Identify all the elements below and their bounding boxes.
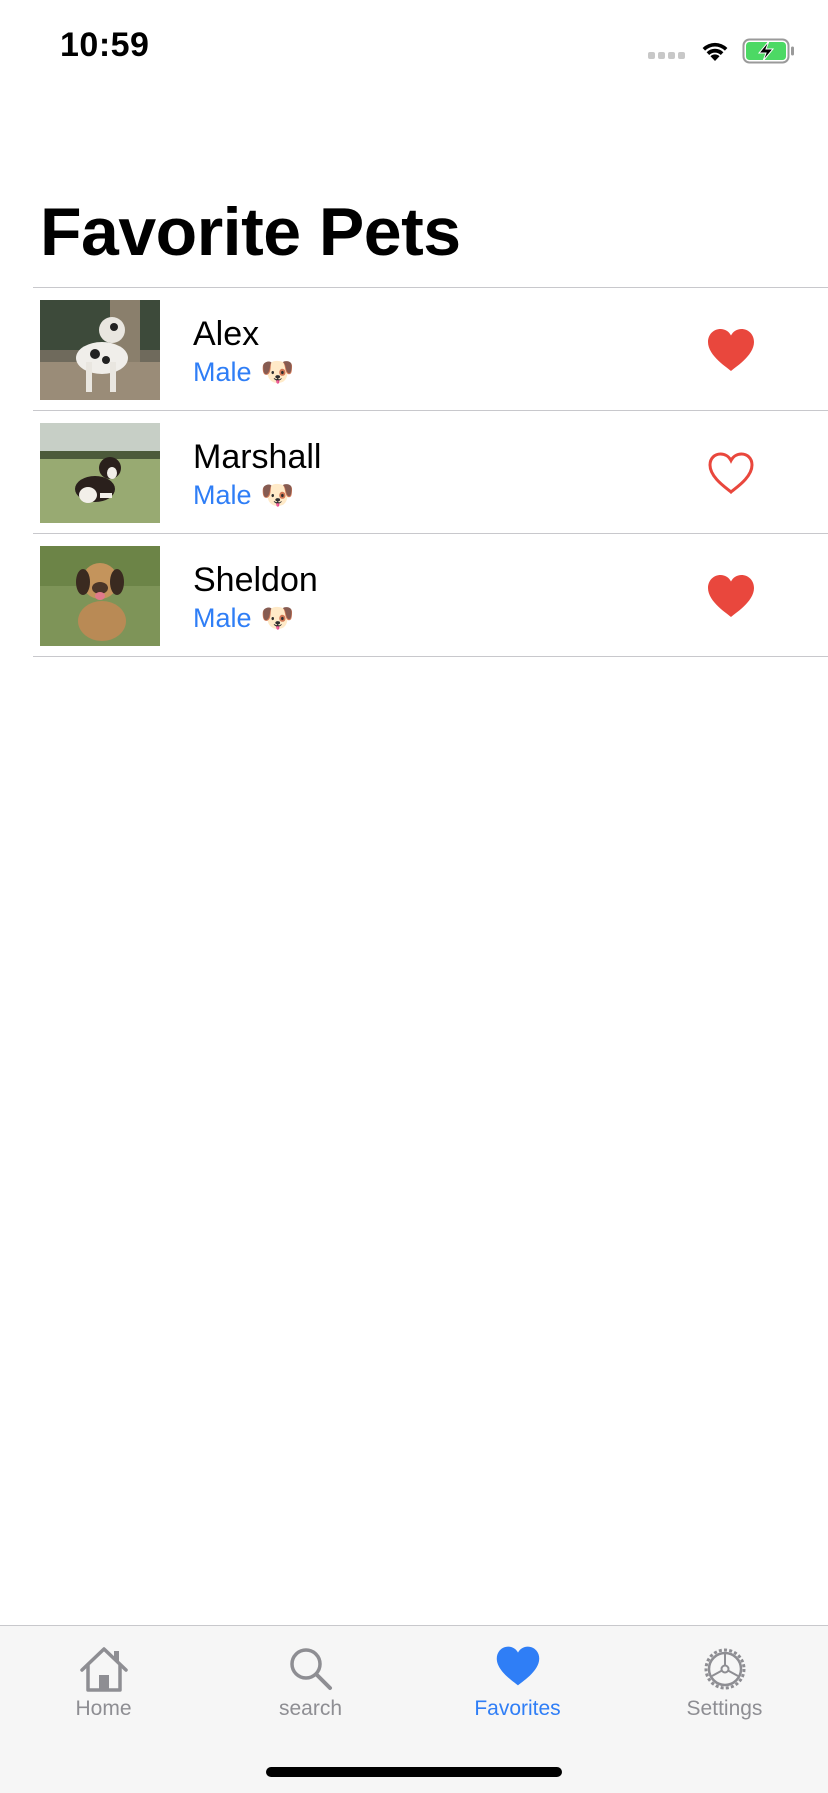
gear-icon	[704, 1648, 745, 1690]
pet-meta: Male 🐶	[193, 356, 294, 388]
wifi-icon	[700, 39, 730, 63]
tab-settings[interactable]: Settings	[621, 1626, 828, 1736]
pet-list: Alex Male 🐶 Marshall Male 🐶 Sheldon Male…	[33, 287, 828, 657]
magnifying-glass-icon	[289, 1648, 332, 1690]
heart-filled-icon	[708, 575, 754, 617]
favorite-toggle-button[interactable]	[705, 449, 757, 497]
pet-photo	[40, 423, 160, 523]
dog-face-icon: 🐶	[260, 480, 295, 510]
signal-icon	[648, 43, 688, 59]
tab-label: Favorites	[474, 1697, 561, 1720]
dog-face-icon: 🐶	[260, 603, 295, 633]
favorite-toggle-button[interactable]	[705, 572, 757, 620]
pet-name: Marshall	[193, 438, 322, 476]
tab-favorites[interactable]: Favorites	[414, 1626, 621, 1736]
pet-row-sheldon[interactable]: Sheldon Male 🐶	[33, 533, 828, 657]
pet-photo	[40, 546, 160, 646]
tab-label: search	[278, 1697, 343, 1720]
pet-meta: Male 🐶	[193, 479, 294, 511]
favorite-toggle-button[interactable]	[705, 326, 757, 374]
pet-row-alex[interactable]: Alex Male 🐶	[33, 287, 828, 410]
pet-photo	[40, 300, 160, 400]
pet-gender: Male	[193, 603, 252, 633]
heart-icon	[496, 1646, 539, 1686]
status-bar: 10:59	[0, 0, 828, 100]
pet-row-marshall[interactable]: Marshall Male 🐶	[33, 410, 828, 533]
dog-face-icon: 🐶	[260, 357, 295, 387]
tab-label: Home	[75, 1697, 132, 1720]
home-indicator[interactable]	[266, 1767, 562, 1777]
pet-meta: Male 🐶	[193, 602, 294, 634]
house-icon	[79, 1647, 128, 1692]
pet-gender: Male	[193, 357, 252, 387]
heart-filled-icon	[708, 329, 754, 371]
battery-charging-icon	[742, 38, 796, 64]
heart-outline-icon	[708, 452, 754, 495]
pet-name: Alex	[193, 315, 260, 353]
tab-search[interactable]: search	[207, 1626, 414, 1736]
status-icons	[648, 34, 796, 68]
status-time: 10:59	[60, 26, 150, 64]
tab-home[interactable]: Home	[0, 1626, 207, 1736]
pet-name: Sheldon	[193, 561, 318, 599]
page-title: Favorite Pets	[40, 194, 461, 270]
pet-gender: Male	[193, 480, 252, 510]
tab-label: Settings	[686, 1697, 763, 1720]
